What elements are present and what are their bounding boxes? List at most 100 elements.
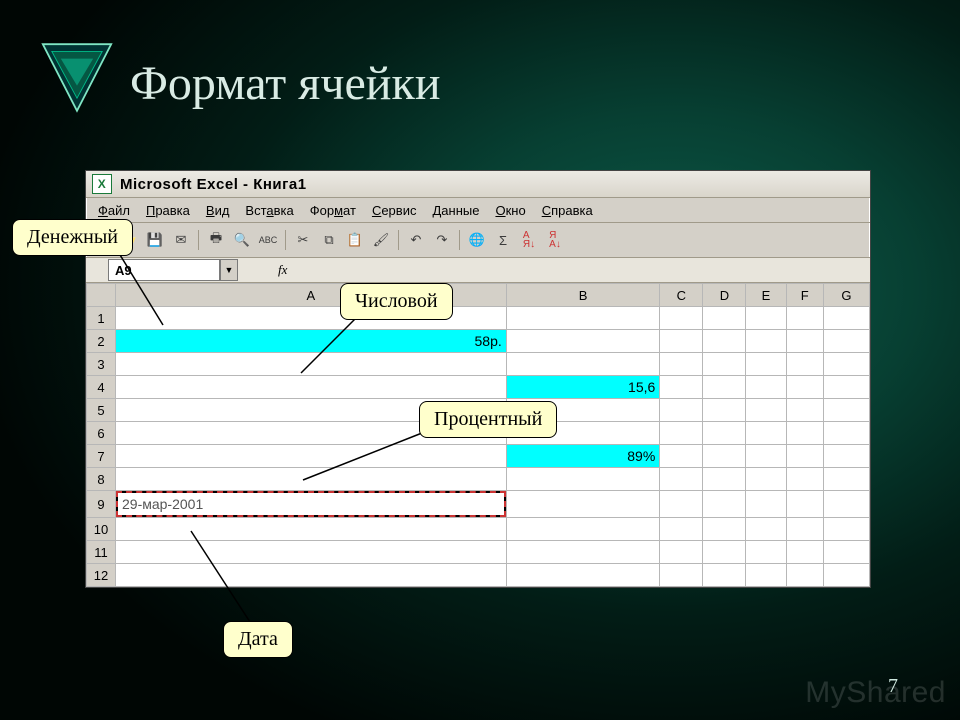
row-header-7[interactable]: 7: [87, 445, 116, 468]
cell-E3[interactable]: [746, 353, 786, 376]
cell-F3[interactable]: [786, 353, 823, 376]
cell-D4[interactable]: [703, 376, 746, 399]
cell-B4[interactable]: 15,6: [506, 376, 660, 399]
cell-F11[interactable]: [786, 541, 823, 564]
cell-C6[interactable]: [660, 422, 703, 445]
sort-asc-icon[interactable]: АЯ↓: [517, 228, 541, 252]
row-header-6[interactable]: 6: [87, 422, 116, 445]
cell-A9[interactable]: 29-мар-2001: [116, 491, 507, 518]
cell-G6[interactable]: [823, 422, 869, 445]
link-icon[interactable]: 🌐: [465, 228, 489, 252]
cell-G8[interactable]: [823, 468, 869, 491]
row-header-10[interactable]: 10: [87, 518, 116, 541]
row-header-3[interactable]: 3: [87, 353, 116, 376]
cut-icon[interactable]: ✂: [291, 228, 315, 252]
menu-file[interactable]: Файл: [90, 201, 138, 220]
cell-E12[interactable]: [746, 564, 786, 587]
cell-E9[interactable]: [746, 491, 786, 518]
menu-view[interactable]: Вид: [198, 201, 238, 220]
col-header-D[interactable]: D: [703, 284, 746, 307]
sum-icon[interactable]: Σ: [491, 228, 515, 252]
row-header-12[interactable]: 12: [87, 564, 116, 587]
select-all-corner[interactable]: [87, 284, 116, 307]
cell-D12[interactable]: [703, 564, 746, 587]
cell-F4[interactable]: [786, 376, 823, 399]
cell-A10[interactable]: [116, 518, 507, 541]
cell-A12[interactable]: [116, 564, 507, 587]
cell-G7[interactable]: [823, 445, 869, 468]
menu-help[interactable]: Справка: [534, 201, 601, 220]
cell-C4[interactable]: [660, 376, 703, 399]
cell-A11[interactable]: [116, 541, 507, 564]
row-header-9[interactable]: 9: [87, 491, 116, 518]
cell-D11[interactable]: [703, 541, 746, 564]
cell-E7[interactable]: [746, 445, 786, 468]
cell-C9[interactable]: [660, 491, 703, 518]
paste-icon[interactable]: 📋: [343, 228, 367, 252]
cell-E6[interactable]: [746, 422, 786, 445]
cell-B12[interactable]: [506, 564, 660, 587]
cell-B3[interactable]: [506, 353, 660, 376]
cell-G1[interactable]: [823, 307, 869, 330]
row-header-5[interactable]: 5: [87, 399, 116, 422]
print-icon[interactable]: 🖶: [204, 228, 228, 252]
cell-C5[interactable]: [660, 399, 703, 422]
cell-E2[interactable]: [746, 330, 786, 353]
cell-D3[interactable]: [703, 353, 746, 376]
cell-C1[interactable]: [660, 307, 703, 330]
menu-format[interactable]: Формат: [302, 201, 364, 220]
cell-C10[interactable]: [660, 518, 703, 541]
cell-F1[interactable]: [786, 307, 823, 330]
undo-icon[interactable]: ↶: [404, 228, 428, 252]
cell-G2[interactable]: [823, 330, 869, 353]
cell-F12[interactable]: [786, 564, 823, 587]
menu-window[interactable]: Окно: [487, 201, 533, 220]
cell-C7[interactable]: [660, 445, 703, 468]
cell-C11[interactable]: [660, 541, 703, 564]
cell-F10[interactable]: [786, 518, 823, 541]
name-box-dropdown-icon[interactable]: ▼: [220, 259, 238, 281]
cell-B7[interactable]: 89%: [506, 445, 660, 468]
row-header-1[interactable]: 1: [87, 307, 116, 330]
cell-E1[interactable]: [746, 307, 786, 330]
menu-data[interactable]: Данные: [424, 201, 487, 220]
row-header-4[interactable]: 4: [87, 376, 116, 399]
cell-F5[interactable]: [786, 399, 823, 422]
cell-D7[interactable]: [703, 445, 746, 468]
sort-desc-icon[interactable]: ЯА↓: [543, 228, 567, 252]
cell-B2[interactable]: [506, 330, 660, 353]
fx-label[interactable]: fx: [278, 262, 287, 278]
cell-F9[interactable]: [786, 491, 823, 518]
copy-icon[interactable]: ⧉: [317, 228, 341, 252]
cell-F6[interactable]: [786, 422, 823, 445]
cell-B9[interactable]: [506, 491, 660, 518]
cell-C8[interactable]: [660, 468, 703, 491]
cell-C2[interactable]: [660, 330, 703, 353]
cell-G12[interactable]: [823, 564, 869, 587]
spell-icon[interactable]: ABC: [256, 228, 280, 252]
row-header-2[interactable]: 2: [87, 330, 116, 353]
cell-D5[interactable]: [703, 399, 746, 422]
cell-C3[interactable]: [660, 353, 703, 376]
cell-G4[interactable]: [823, 376, 869, 399]
menu-insert[interactable]: Вставка: [237, 201, 301, 220]
cell-F8[interactable]: [786, 468, 823, 491]
cell-D8[interactable]: [703, 468, 746, 491]
cell-D9[interactable]: [703, 491, 746, 518]
cell-G9[interactable]: [823, 491, 869, 518]
preview-icon[interactable]: 🔍: [230, 228, 254, 252]
cell-B1[interactable]: [506, 307, 660, 330]
cell-E11[interactable]: [746, 541, 786, 564]
col-header-C[interactable]: C: [660, 284, 703, 307]
cell-B11[interactable]: [506, 541, 660, 564]
menu-edit[interactable]: Правка: [138, 201, 198, 220]
cell-D6[interactable]: [703, 422, 746, 445]
col-header-E[interactable]: E: [746, 284, 786, 307]
cell-G10[interactable]: [823, 518, 869, 541]
cell-C12[interactable]: [660, 564, 703, 587]
cell-F7[interactable]: [786, 445, 823, 468]
format-painter-icon[interactable]: 🖌: [369, 228, 393, 252]
cell-E5[interactable]: [746, 399, 786, 422]
cell-B8[interactable]: [506, 468, 660, 491]
cell-E4[interactable]: [746, 376, 786, 399]
